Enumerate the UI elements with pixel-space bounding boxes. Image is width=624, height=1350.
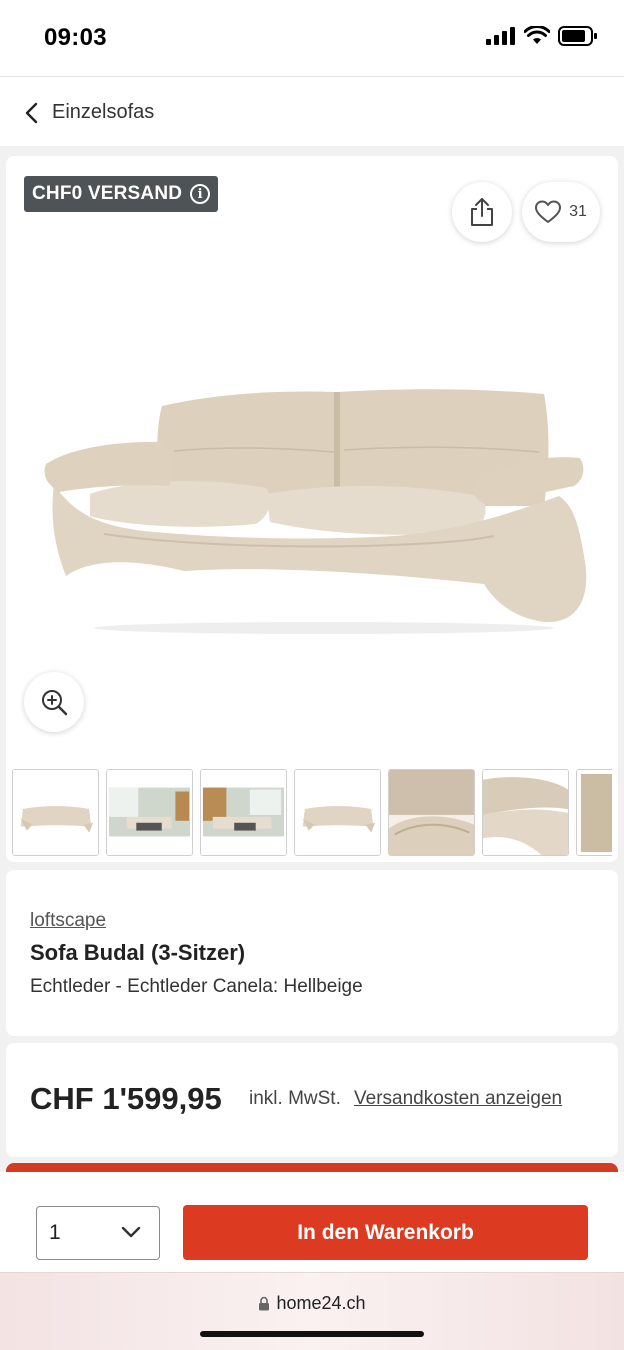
shipping-badge: CHF0 VERSAND i xyxy=(24,176,219,212)
add-to-cart-button[interactable]: In den Warenkorb xyxy=(183,1205,588,1260)
thumbnail-living-room-1[interactable] xyxy=(106,769,193,856)
zoom-in-icon xyxy=(42,690,68,716)
heart-icon xyxy=(535,200,562,223)
share-icon xyxy=(471,198,493,226)
lock-icon xyxy=(259,1296,270,1311)
browser-address-bar: home24.ch xyxy=(0,1272,624,1350)
zoom-button[interactable] xyxy=(24,672,84,732)
product-image[interactable] xyxy=(34,366,594,636)
thumbnail-armrest-detail[interactable] xyxy=(388,769,475,856)
quantity-value: 1 xyxy=(49,1221,61,1244)
brand-link[interactable]: loftscape xyxy=(30,910,106,932)
thumbnail-sofa-front[interactable] xyxy=(12,769,99,856)
nav-bar: Einzelsofas xyxy=(0,76,624,146)
url-text: home24.ch xyxy=(276,1293,366,1313)
share-button[interactable] xyxy=(452,182,512,242)
url-display[interactable]: home24.ch xyxy=(0,1293,624,1314)
quantity-select[interactable]: 1 xyxy=(36,1206,160,1260)
home-indicator[interactable] xyxy=(200,1331,424,1337)
chevron-left-icon[interactable] xyxy=(22,101,42,125)
battery-icon xyxy=(558,26,597,46)
status-bar: 09:03 xyxy=(0,0,624,76)
product-title: Sofa Budal (3-Sitzer) xyxy=(30,940,246,965)
status-time: 09:03 xyxy=(44,24,107,51)
chevron-down-icon xyxy=(121,1226,141,1238)
back-link-label[interactable]: Einzelsofas xyxy=(52,101,154,124)
price-section: CHF 1'599,95 inkl. MwSt. Versandkosten a… xyxy=(6,1043,618,1157)
thumbnail-arm-closeup[interactable] xyxy=(482,769,569,856)
thumbnail-sofa-front-alt[interactable] xyxy=(294,769,381,856)
thumbnail-fabric-swatch[interactable] xyxy=(576,769,612,856)
shipping-cost-link[interactable]: Versandkosten anzeigen xyxy=(354,1088,562,1110)
shipping-badge-label: CHF0 VERSAND xyxy=(32,183,183,204)
cart-bar: 1 In den Warenkorb xyxy=(0,1172,624,1272)
signal-icon xyxy=(486,27,515,45)
info-icon[interactable]: i xyxy=(190,184,211,204)
product-variant: Echtleder - Echtleder Canela: Hellbeige xyxy=(30,976,363,997)
vat-note: inkl. MwSt. xyxy=(249,1088,341,1109)
thumbnail-strip[interactable] xyxy=(12,769,612,857)
wishlist-button[interactable]: 31 xyxy=(522,182,600,242)
wishlist-count: 31 xyxy=(569,203,587,220)
product-price: CHF 1'599,95 xyxy=(30,1081,222,1116)
wifi-icon xyxy=(524,26,550,44)
thumbnail-living-room-2[interactable] xyxy=(200,769,287,856)
status-icons xyxy=(486,26,598,46)
product-gallery: CHF0 VERSAND i 31 xyxy=(6,156,618,862)
product-info: loftscape Sofa Budal (3-Sitzer) Echtlede… xyxy=(6,870,618,1036)
